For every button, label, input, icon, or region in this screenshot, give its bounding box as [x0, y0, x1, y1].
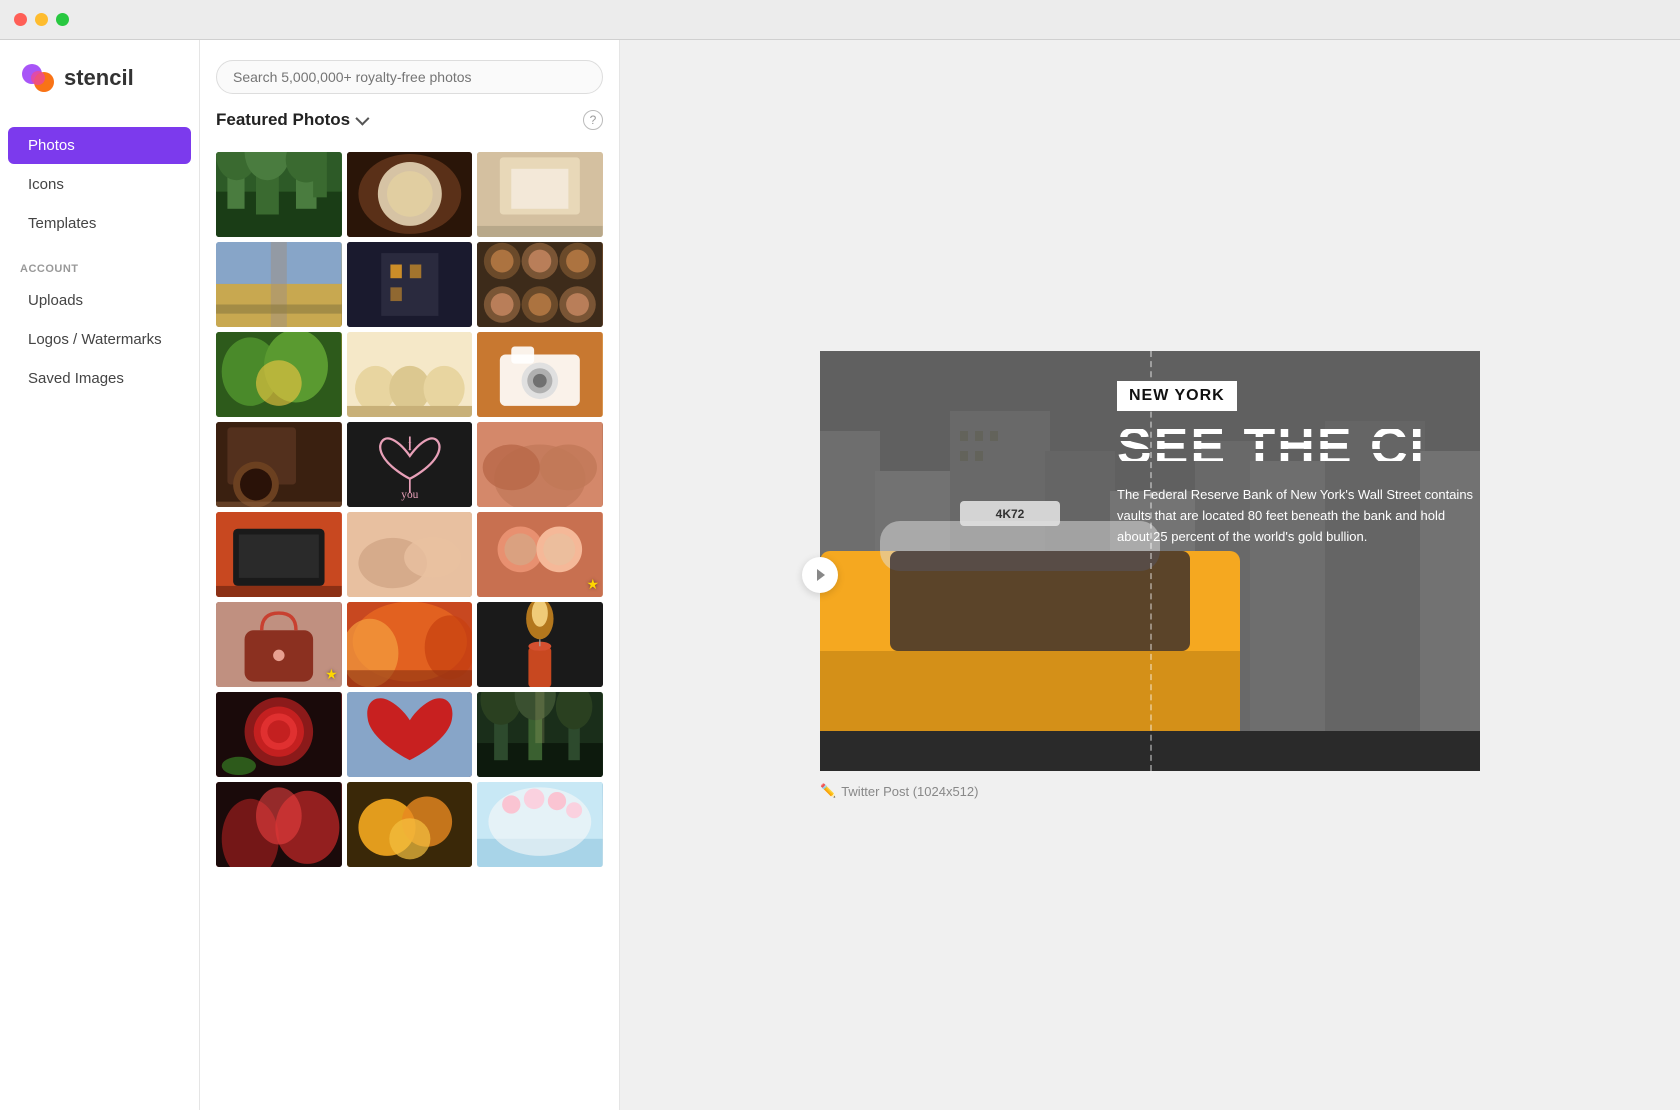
photo-thumb-camera[interactable] — [477, 332, 603, 417]
close-button[interactable] — [14, 13, 27, 26]
account-section-label: ACCOUNT — [0, 243, 199, 281]
photo-row — [216, 152, 603, 237]
svg-text:4K72: 4K72 — [996, 507, 1025, 521]
photo-thumb-rose[interactable] — [216, 692, 342, 777]
featured-title[interactable]: Featured Photos — [216, 110, 366, 130]
canvas-image[interactable]: 4K72 NEW YORK SEE THE CI The — [820, 351, 1480, 771]
photo-row — [216, 332, 603, 417]
logo-text: stencil — [64, 65, 134, 91]
maximize-button[interactable] — [56, 13, 69, 26]
photo-thumb-bag[interactable]: ★ — [216, 602, 342, 687]
panel-toggle-button[interactable] — [802, 557, 838, 593]
photo-thumb-heart-art[interactable]: I you — [347, 422, 473, 507]
canvas-headline: SEE THE CI — [1117, 421, 1480, 473]
photo-thumb-forest2[interactable] — [477, 692, 603, 777]
photo-thumb-laptop[interactable] — [216, 512, 342, 597]
photo-panel-header: Featured Photos ? — [200, 40, 619, 152]
chevron-down-icon — [355, 112, 369, 126]
canvas-background: 4K72 NEW YORK SEE THE CI The — [820, 351, 1480, 771]
sidebar-item-uploads[interactable]: Uploads — [8, 282, 191, 319]
photo-thumb-baking[interactable] — [347, 152, 473, 237]
photo-thumb-baby-hands[interactable] — [347, 512, 473, 597]
photo-thumb-night[interactable] — [347, 242, 473, 327]
ny-badge: NEW YORK — [1117, 381, 1237, 411]
sidebar-item-templates[interactable]: Templates — [8, 205, 191, 242]
featured-header: Featured Photos ? — [216, 110, 603, 130]
star-badge: ★ — [325, 666, 338, 683]
photo-row: ★ — [216, 512, 603, 597]
sidebar: stencil Photos Icons Templates ACCOUNT U… — [0, 40, 200, 1110]
photo-row: I you — [216, 422, 603, 507]
photo-thumb-cherry[interactable] — [477, 782, 603, 867]
logo-area: stencil — [0, 60, 199, 126]
photo-thumb-exotic[interactable] — [216, 782, 342, 867]
photo-thumb-autumn[interactable] — [347, 602, 473, 687]
stencil-logo-icon — [20, 60, 56, 96]
canvas-area: 4K72 NEW YORK SEE THE CI The — [620, 40, 1680, 1110]
minimize-button[interactable] — [35, 13, 48, 26]
photo-thumb-road[interactable] — [216, 242, 342, 327]
canvas-description: The Federal Reserve Bank of New York's W… — [1117, 485, 1480, 547]
photo-row — [216, 782, 603, 867]
sidebar-item-logos[interactable]: Logos / Watermarks — [8, 321, 191, 358]
photo-thumb-plants[interactable] — [216, 332, 342, 417]
photo-thumb-hands[interactable] — [477, 422, 603, 507]
photo-panel: Featured Photos ? — [200, 40, 620, 1110]
canvas-label: ✏️ Twitter Post (1024x512) — [820, 783, 1480, 799]
photo-row: ★ — [216, 602, 603, 687]
sidebar-item-saved[interactable]: Saved Images — [8, 360, 191, 397]
photo-grid: I you — [200, 152, 619, 1110]
photo-row — [216, 692, 603, 777]
pencil-icon: ✏️ — [820, 783, 836, 799]
photo-thumb-forest[interactable] — [216, 152, 342, 237]
arrow-right-icon — [817, 569, 825, 581]
canvas-text-overlay: NEW YORK SEE THE CI The Federal Reserve … — [1117, 381, 1480, 547]
title-bar — [0, 0, 1680, 40]
search-input[interactable] — [216, 60, 603, 94]
help-icon[interactable]: ? — [583, 110, 603, 130]
star-badge: ★ — [586, 576, 599, 593]
app-container: stencil Photos Icons Templates ACCOUNT U… — [0, 40, 1680, 1110]
sidebar-item-icons[interactable]: Icons — [8, 166, 191, 203]
photo-thumb-flowers[interactable] — [347, 782, 473, 867]
canvas-wrapper: 4K72 NEW YORK SEE THE CI The — [820, 351, 1480, 799]
photo-thumb-kids[interactable]: ★ — [477, 512, 603, 597]
sidebar-item-photos[interactable]: Photos — [8, 127, 191, 164]
photo-row — [216, 242, 603, 327]
photo-thumb-dough[interactable] — [347, 332, 473, 417]
photo-thumb-kitchen[interactable] — [477, 152, 603, 237]
photo-thumb-coffee[interactable] — [216, 422, 342, 507]
photo-thumb-heart-red[interactable] — [347, 692, 473, 777]
photo-thumb-candle[interactable] — [477, 602, 603, 687]
photo-thumb-muffins[interactable] — [477, 242, 603, 327]
